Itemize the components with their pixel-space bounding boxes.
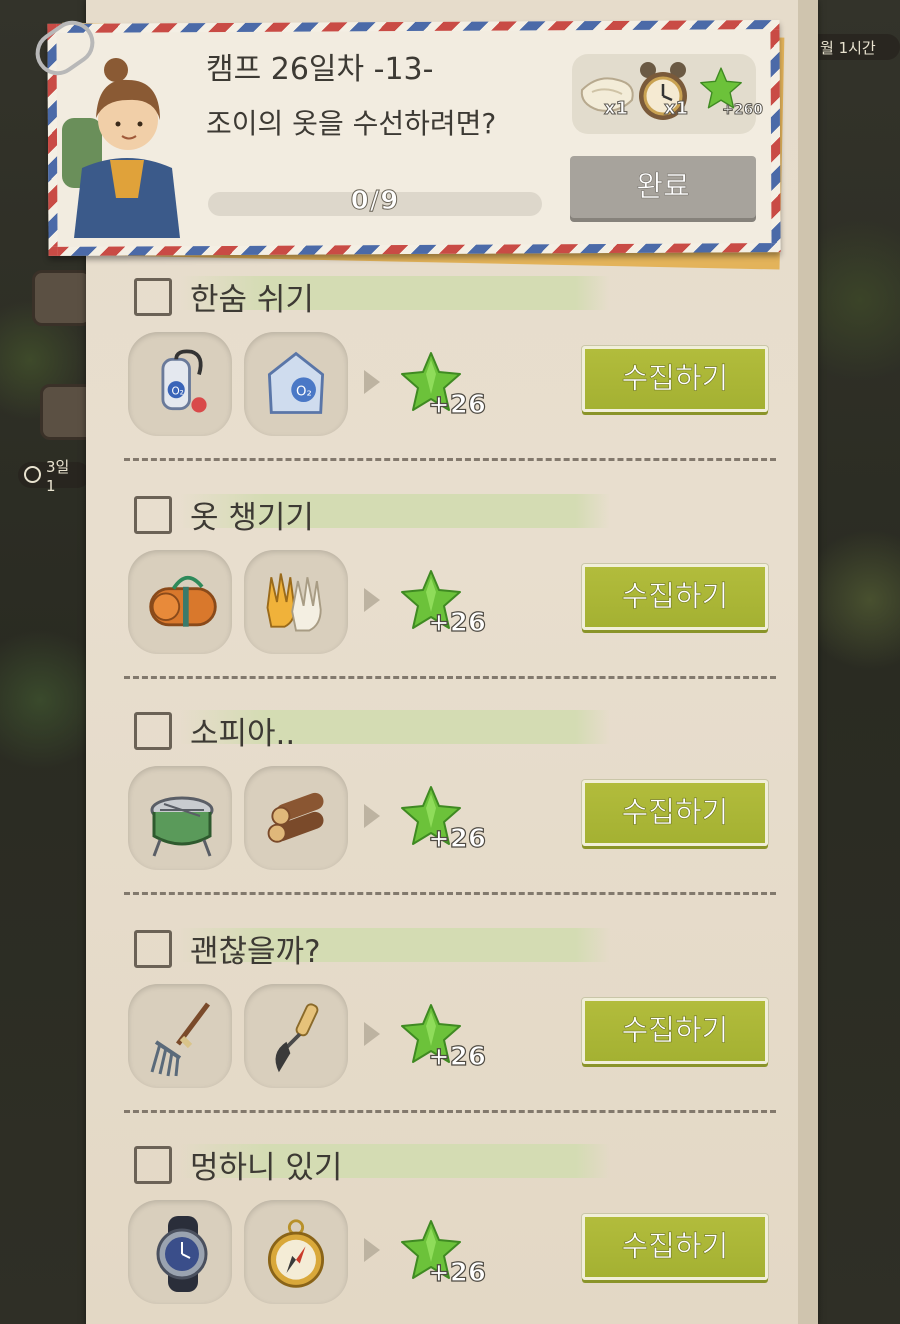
task-divider (124, 1110, 776, 1113)
star-reward-count: +260 (722, 102, 764, 119)
quest-reward-box: x1 x1 +260 (572, 54, 763, 134)
clock-count: x1 (663, 98, 689, 120)
collect-button[interactable]: 수집하기 (582, 346, 768, 412)
task-star-reward: +26 (427, 389, 486, 420)
task-item-slot[interactable]: O₂ (128, 332, 232, 436)
svg-text:O₂: O₂ (296, 384, 312, 399)
rake-icon (142, 998, 222, 1082)
task-item-slot[interactable] (244, 1200, 348, 1304)
task-checkbox[interactable] (134, 496, 172, 534)
task-checkbox[interactable] (134, 930, 172, 968)
task-item-slot[interactable] (128, 766, 232, 870)
quest-title: 캠프 26일차 -13- (206, 52, 434, 87)
task-title: 멍하니 있기 (190, 1150, 343, 1186)
task-title: 괜찮을까? (190, 934, 321, 970)
svg-text:O₂: O₂ (171, 385, 183, 397)
compass-icon (258, 1214, 334, 1298)
complete-button[interactable]: 완료 (570, 156, 756, 218)
cloth-count: x1 (603, 98, 629, 120)
hoe-icon (258, 998, 334, 1082)
collect-button[interactable]: 수집하기 (582, 998, 768, 1064)
arrow-right-icon (364, 588, 380, 612)
wristwatch-icon (142, 1214, 222, 1298)
task-title: 소피아.. (190, 716, 296, 752)
arrow-right-icon (364, 370, 380, 394)
arrow-right-icon (364, 1238, 380, 1262)
oxygen-tank-icon: O₂ (142, 346, 218, 426)
side-timer-top: 월 1시간 (806, 34, 900, 60)
task-checkbox[interactable] (134, 712, 172, 750)
collect-button[interactable]: 수집하기 (582, 1214, 768, 1280)
collect-button[interactable]: 수집하기 (582, 564, 768, 630)
task-row: 멍하니 있기 +26 수집하기 (0, 1140, 900, 1324)
task-divider (124, 892, 776, 895)
task-checkbox[interactable] (134, 1146, 172, 1184)
grill-icon (142, 780, 222, 864)
collect-button[interactable]: 수집하기 (582, 780, 768, 846)
task-star-reward: +26 (427, 607, 486, 638)
task-star-reward: +26 (427, 1257, 486, 1288)
task-title: 한숨 쉬기 (190, 282, 314, 318)
task-title: 옷 챙기기 (190, 500, 314, 536)
task-checkbox[interactable] (134, 278, 172, 316)
task-item-slot[interactable] (244, 984, 348, 1088)
task-divider (124, 676, 776, 679)
quest-progress-text: 0/9 (350, 186, 400, 217)
task-item-slot[interactable] (244, 550, 348, 654)
task-star-reward: +26 (427, 823, 486, 854)
joy-avatar (62, 58, 180, 238)
task-item-slot[interactable] (128, 1200, 232, 1304)
sleeping-mat-icon (142, 564, 224, 644)
gloves-icon (258, 564, 334, 644)
task-item-slot[interactable] (128, 550, 232, 654)
arrow-right-icon (364, 1022, 380, 1046)
arrow-right-icon (364, 804, 380, 828)
task-item-slot[interactable] (128, 984, 232, 1088)
firewood-icon (258, 780, 338, 860)
task-divider (124, 458, 776, 461)
quest-subtitle: 조이의 옷을 수선하려면? (206, 107, 497, 140)
task-item-slot[interactable] (244, 766, 348, 870)
task-item-slot[interactable]: O₂ (244, 332, 348, 436)
task-star-reward: +26 (427, 1041, 486, 1072)
quest-progress-bar: 0/9 (208, 186, 542, 217)
oxygen-bag-icon: O₂ (258, 346, 334, 426)
